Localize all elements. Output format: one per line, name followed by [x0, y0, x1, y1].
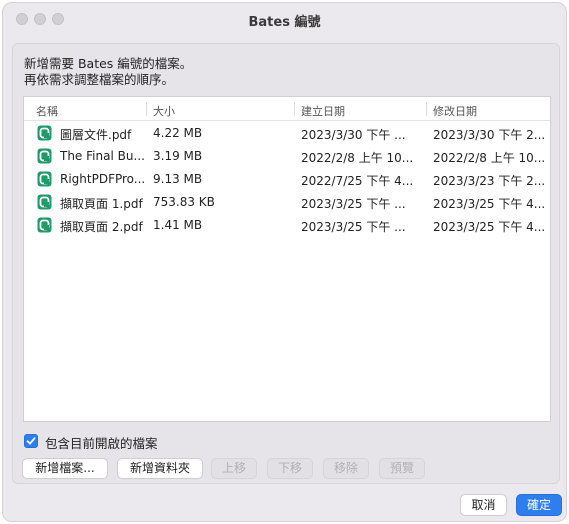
table-row[interactable]: 擷取頁面 2.pdf 1.41 MB 2023/3/25 下午 ... 2023…	[24, 214, 550, 237]
column-divider	[426, 102, 427, 116]
file-name: 擷取頁面 1.pdf	[60, 197, 143, 211]
file-size: 4.22 MB	[153, 126, 203, 140]
remove-button[interactable]: 移除	[323, 458, 369, 479]
file-modified-date: 2022/2/8 上午 10...	[433, 151, 546, 165]
instructions: 新增需要 Bates 編號的檔案。 再依需求調整檔案的順序。	[24, 56, 192, 88]
pdf-file-icon	[37, 217, 52, 233]
preview-button[interactable]: 預覽	[379, 458, 425, 479]
pdf-file-icon	[37, 171, 52, 187]
add-folder-button[interactable]: 新增資料夾	[117, 458, 203, 479]
window-title: Bates 編號	[248, 15, 321, 30]
file-created-date: 2023/3/25 下午 ...	[301, 197, 406, 211]
title-bar: Bates 編號	[3, 3, 566, 35]
instruction-line-2: 再依需求調整檔案的順序。	[24, 72, 175, 87]
column-header-modified[interactable]: 修改日期	[433, 103, 477, 119]
table-row[interactable]: The Final Bu... 3.19 MB 2022/2/8 上午 10..…	[24, 145, 550, 168]
file-modified-date: 2023/3/25 下午 4...	[433, 220, 546, 234]
files-panel: 新增需要 Bates 編號的檔案。 再依需求調整檔案的順序。 名稱 大小 建立日…	[12, 43, 560, 484]
file-size: 753.83 KB	[153, 195, 215, 209]
cancel-button[interactable]: 取消	[460, 494, 507, 516]
column-header-created[interactable]: 建立日期	[301, 103, 345, 119]
pdf-file-icon	[37, 148, 52, 164]
file-name: 擷取頁面 2.pdf	[60, 220, 143, 234]
file-size: 3.19 MB	[153, 149, 203, 163]
ok-button[interactable]: 確定	[516, 494, 562, 516]
file-created-date: 2023/3/25 下午 ...	[301, 220, 406, 234]
table-row[interactable]: RightPDFPro... 9.13 MB 2022/7/25 下午 4...…	[24, 168, 550, 191]
file-name: 圖層文件.pdf	[60, 128, 132, 142]
instruction-line-1: 新增需要 Bates 編號的檔案。	[24, 56, 193, 71]
file-size: 1.41 MB	[153, 218, 203, 232]
file-created-date: 2022/7/25 下午 4...	[301, 174, 414, 188]
column-header-size[interactable]: 大小	[153, 103, 175, 119]
pdf-file-icon	[37, 194, 52, 210]
table-row[interactable]: 擷取頁面 1.pdf 753.83 KB 2023/3/25 下午 ... 20…	[24, 191, 550, 214]
file-modified-date: 2023/3/23 下午 2...	[433, 174, 546, 188]
add-files-button[interactable]: 新增檔案...	[22, 458, 108, 479]
checkmark-icon	[26, 437, 36, 445]
column-divider	[294, 102, 295, 116]
file-created-date: 2022/2/8 上午 10...	[301, 151, 414, 165]
move-down-button[interactable]: 下移	[267, 458, 313, 479]
include-open-files-label[interactable]: 包含目前開啟的檔案	[45, 433, 158, 452]
file-size: 9.13 MB	[153, 172, 203, 186]
file-created-date: 2023/3/30 下午 ...	[301, 128, 406, 142]
files-table: 名稱 大小 建立日期 修改日期 圖層文件.pdf 4.22 MB 2023/3/…	[23, 96, 551, 422]
include-open-files-checkbox[interactable]	[24, 434, 38, 448]
file-modified-date: 2023/3/25 下午 4...	[433, 197, 546, 211]
bates-dialog-window: Bates 編號 新增需要 Bates 編號的檔案。 再依需求調整檔案的順序。 …	[2, 2, 567, 522]
pdf-file-icon	[37, 125, 52, 141]
column-divider	[146, 102, 147, 116]
file-name: RightPDFPro...	[60, 172, 146, 186]
move-up-button[interactable]: 上移	[211, 458, 257, 479]
file-modified-date: 2023/3/30 下午 2...	[433, 128, 546, 142]
table-header: 名稱 大小 建立日期 修改日期	[24, 97, 550, 121]
file-name: The Final Bu...	[60, 149, 145, 163]
column-header-name[interactable]: 名稱	[36, 103, 58, 119]
table-row[interactable]: 圖層文件.pdf 4.22 MB 2023/3/30 下午 ... 2023/3…	[24, 122, 550, 145]
